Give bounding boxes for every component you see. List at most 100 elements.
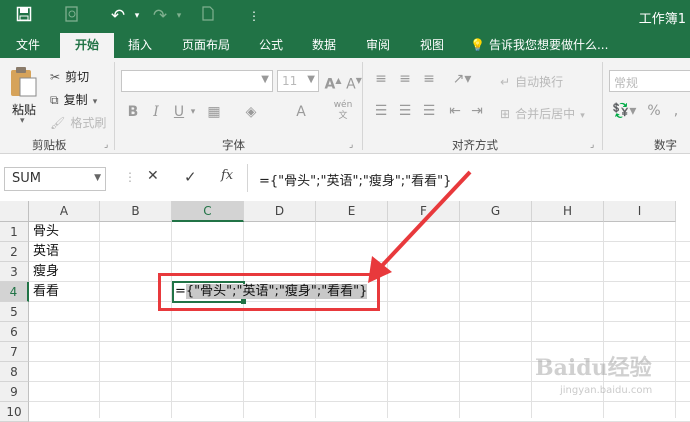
column-header-e[interactable]: E	[316, 201, 388, 222]
row-header-10[interactable]: 10	[0, 402, 29, 422]
annotation-highlight-box	[158, 273, 380, 311]
row-header-8[interactable]: 8	[0, 362, 29, 382]
align-right-icon[interactable]: ☰	[420, 102, 438, 120]
paste-dropdown-icon[interactable]: ▾	[20, 116, 25, 126]
grow-font-icon[interactable]: A▲	[324, 72, 342, 94]
row-header-2[interactable]: 2	[0, 242, 29, 262]
column-header-h[interactable]: H	[532, 201, 604, 222]
title-bar: ↶ ▾ ↷ ▾ ⋮ 工作簿1	[0, 0, 690, 33]
tab-page-layout[interactable]: 页面布局	[172, 33, 240, 58]
increase-indent-icon[interactable]: ⇥	[468, 102, 486, 120]
align-center-icon[interactable]: ☰	[396, 102, 414, 120]
row-header-7[interactable]: 7	[0, 342, 29, 362]
row-header-5[interactable]: 5	[0, 302, 29, 322]
decrease-indent-icon[interactable]: ⇤	[446, 102, 464, 120]
undo-icon[interactable]: ↶	[108, 6, 128, 26]
wrap-text-button[interactable]: ↵ 自动换行	[500, 71, 563, 90]
underline-dropdown-icon[interactable]: ▾	[188, 103, 198, 121]
tab-review[interactable]: 审阅	[356, 33, 400, 58]
grid-line	[243, 222, 244, 418]
format-painter-button[interactable]: 🖌 格式刷	[50, 112, 106, 131]
grid-line	[315, 222, 316, 418]
align-left-icon[interactable]: ☰	[372, 102, 390, 120]
customize-icon[interactable]: ⋮	[244, 6, 264, 26]
copy-button[interactable]: ⧉ 复制 ▾	[50, 89, 97, 108]
row-header-4[interactable]: 4	[0, 282, 29, 302]
column-header-f[interactable]: F	[388, 201, 460, 222]
row-header-9[interactable]: 9	[0, 382, 29, 402]
orientation-icon[interactable]: ↗▾	[450, 70, 474, 88]
tab-file[interactable]: 文件	[6, 33, 50, 58]
tab-view[interactable]: 视图	[410, 33, 454, 58]
italic-button[interactable]: I	[148, 103, 164, 121]
brush-icon: 🖌	[50, 116, 66, 130]
number-format-combo[interactable]: 常规	[609, 70, 690, 92]
tell-me-box[interactable]: 💡 告诉我您想要做什么...	[470, 33, 608, 58]
column-header-b[interactable]: B	[100, 201, 172, 222]
percent-button[interactable]: %	[646, 102, 662, 120]
row-header-1[interactable]: 1	[0, 222, 29, 242]
cut-button[interactable]: ✂ 剪切	[50, 66, 89, 85]
bold-button[interactable]: B	[125, 103, 141, 121]
font-name-combo[interactable]: ▼	[121, 70, 273, 92]
grid-line	[99, 222, 100, 418]
grid-line	[29, 341, 690, 342]
alignment-group-label: 对齐方式	[452, 138, 498, 152]
print-preview-icon[interactable]	[62, 6, 82, 26]
number-group-label: 数字	[654, 138, 677, 152]
merge-center-button[interactable]: ⊞ 合并后居中 ▾	[500, 103, 585, 122]
cancel-button[interactable]: ✕	[147, 168, 159, 184]
ribbon-home: 粘贴 ▾ ✂ 剪切 ⧉ 复制 ▾ 🖌 格式刷 剪贴板 ⌟ ▼ 11 ▼ A▲ A…	[0, 58, 690, 154]
undo-dropdown-icon[interactable]: ▾	[127, 6, 147, 26]
cell-a4[interactable]: 看看	[33, 282, 59, 302]
phonetic-icon[interactable]: wén 文	[330, 100, 356, 122]
paste-button[interactable]	[8, 66, 42, 100]
new-icon[interactable]	[198, 6, 218, 26]
formula-input[interactable]: ={"骨头";"英语";"瘦身";"看看"}	[259, 170, 451, 189]
cell-a1[interactable]: 骨头	[33, 222, 59, 242]
select-all-button[interactable]	[0, 201, 29, 222]
merge-icon: ⊞	[500, 107, 511, 121]
name-box[interactable]: SUM ▼	[4, 167, 106, 191]
column-header-i[interactable]: I	[604, 201, 676, 222]
column-header-d[interactable]: D	[244, 201, 316, 222]
chevron-down-icon: ▼	[307, 74, 315, 85]
borders-icon[interactable]: ▦	[205, 103, 223, 121]
shrink-font-icon[interactable]: A▼	[345, 72, 363, 94]
fill-color-icon[interactable]: ◈	[242, 103, 260, 121]
tab-data[interactable]: 数据	[302, 33, 346, 58]
clipboard-group-label: 剪贴板	[32, 138, 67, 152]
save-icon[interactable]	[14, 6, 34, 26]
dialog-launcher-icon[interactable]: ⌟	[590, 140, 594, 150]
underline-button[interactable]: U	[171, 103, 187, 121]
font-color-icon[interactable]: A	[292, 103, 310, 121]
grid-line	[29, 401, 690, 402]
align-middle-icon[interactable]: ≡	[396, 70, 414, 88]
tab-home[interactable]: 开始	[60, 33, 114, 58]
cell-a2[interactable]: 英语	[33, 242, 59, 262]
merge-dropdown-icon[interactable]: ▾	[580, 111, 585, 121]
row-header-3[interactable]: 3	[0, 262, 29, 282]
align-top-icon[interactable]: ≡	[372, 70, 390, 88]
column-header-a[interactable]: A	[29, 201, 100, 222]
dialog-launcher-icon[interactable]: ⌟	[104, 140, 108, 150]
enter-button[interactable]: ✓	[184, 168, 197, 186]
redo-icon[interactable]: ↷	[150, 6, 170, 26]
font-size-combo[interactable]: 11 ▼	[277, 70, 319, 92]
column-header-c[interactable]: C	[172, 201, 244, 222]
tab-insert[interactable]: 插入	[118, 33, 162, 58]
row-header-6[interactable]: 6	[0, 322, 29, 342]
insert-function-button[interactable]: fx	[221, 168, 233, 183]
redo-dropdown-icon[interactable]: ▾	[169, 6, 189, 26]
window-title: 工作簿1	[638, 12, 686, 27]
align-bottom-icon[interactable]: ≡	[420, 70, 438, 88]
comma-style-icon[interactable]: ,	[668, 102, 684, 120]
currency-icon[interactable]: 💱▾	[612, 102, 636, 120]
column-header-g[interactable]: G	[460, 201, 532, 222]
scissors-icon: ✂	[50, 70, 61, 84]
cell-a3[interactable]: 瘦身	[33, 262, 59, 282]
dialog-launcher-icon[interactable]: ⌟	[349, 140, 353, 150]
tab-formulas[interactable]: 公式	[250, 33, 292, 58]
grid-line	[531, 222, 532, 418]
copy-dropdown-icon[interactable]: ▾	[93, 97, 98, 107]
